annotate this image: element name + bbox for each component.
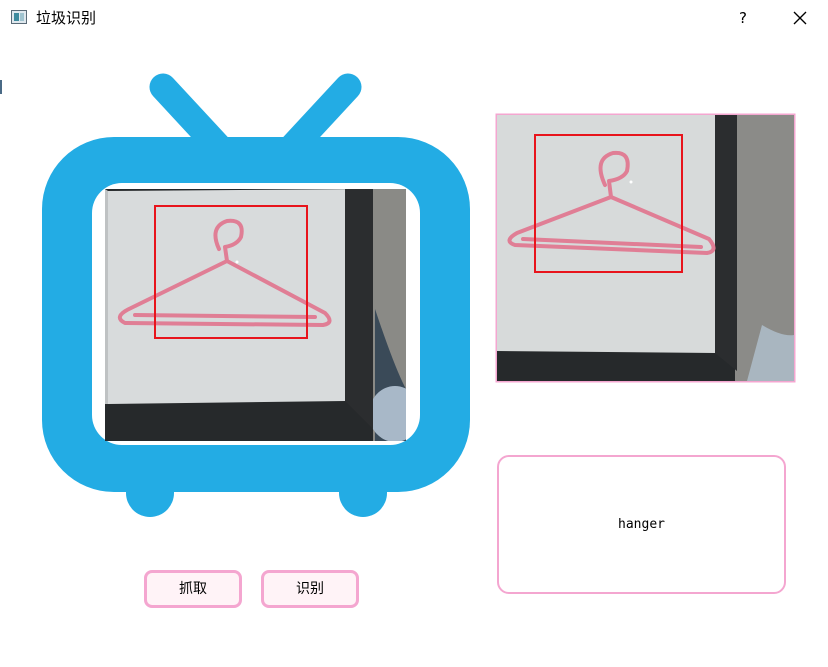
recognize-button[interactable]: 识别 xyxy=(261,570,359,608)
captured-image-photo xyxy=(497,115,794,381)
result-label: hanger xyxy=(618,517,665,532)
result-panel: hanger xyxy=(497,455,786,594)
captured-image xyxy=(497,115,794,381)
camera-feed xyxy=(105,189,406,441)
camera-feed-image xyxy=(105,189,406,441)
capture-button[interactable]: 抓取 xyxy=(144,570,242,608)
